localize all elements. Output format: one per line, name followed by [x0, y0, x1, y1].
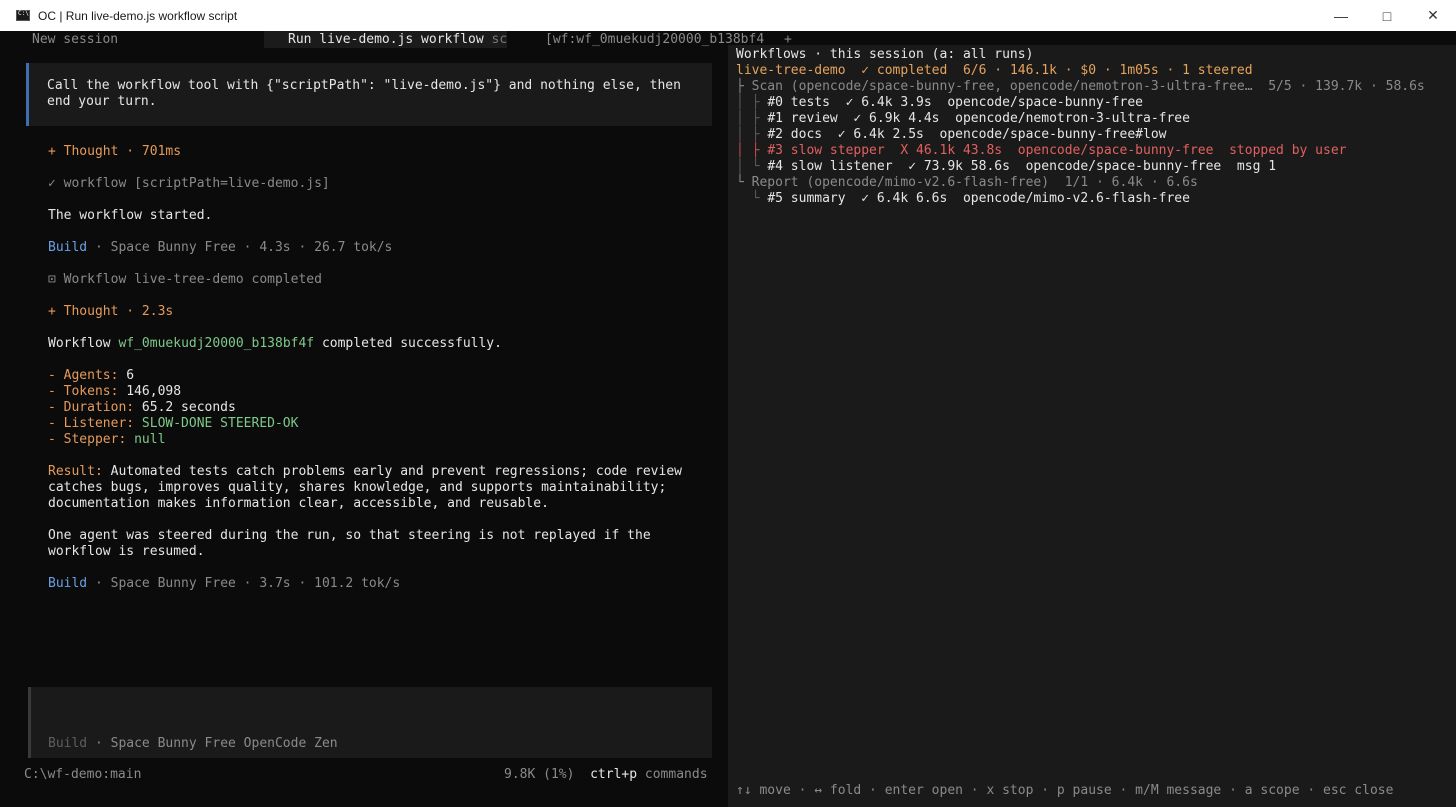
stat-tokens: - Tokens: 146,098: [48, 384, 181, 400]
terminal[interactable]: New session Run live-demo.js workflow sc…: [8, 31, 1456, 807]
agent-text: #4 slow listener ✓ 73.9k 58.6s opencode/…: [767, 159, 1277, 174]
report-phase-row[interactable]: └ Report (opencode/mimo-v2.6-flash-free)…: [736, 175, 1198, 191]
minimize-button[interactable]: —: [1318, 0, 1364, 31]
workflow-completed-notice[interactable]: ⊡ Workflow live-tree-demo completed: [48, 272, 322, 288]
thought-1[interactable]: + Thought · 701ms: [48, 144, 181, 160]
input-meta: · Space Bunny Free OpenCode Zen: [87, 736, 338, 751]
thought-2[interactable]: + Thought · 2.3s: [48, 304, 173, 320]
window-titlebar: OC | Run live-demo.js workflow script — …: [0, 0, 1456, 31]
workflow-run-name: live-tree-demo: [736, 63, 846, 78]
stat-value: SLOW-DONE STEERED-OK: [134, 416, 299, 431]
tab-run-live-demo[interactable]: Run live-demo.js workflow sc: [264, 31, 508, 48]
build-footer-1: Build · Space Bunny Free · 4.3s · 26.7 t…: [48, 240, 392, 256]
status-right: 9.8K (1%) ctrl+p commands: [504, 767, 708, 783]
agent-row-2[interactable]: │ ├ #2 docs ✓ 6.4k 2.5s opencode/space-b…: [736, 127, 1166, 143]
tab-new-session[interactable]: New session: [32, 31, 118, 48]
keyboard-help: ↑↓ move · ↔ fold · enter open · x stop ·…: [736, 783, 1394, 798]
build-label-1: Build: [48, 240, 88, 255]
stat-value: 146,098: [118, 384, 182, 399]
commands-label: commands: [637, 767, 708, 782]
agent-row-1[interactable]: │ ├ #1 review ✓ 6.9k 4.4s opencode/nemot…: [736, 111, 1190, 127]
tree-prefix: │ ├: [736, 143, 768, 158]
result-label: Result:: [48, 464, 103, 479]
stat-duration: - Duration: 65.2 seconds: [48, 400, 236, 416]
agent-row-3[interactable]: │ ├ #3 slow stepper X 46.1k 43.8s openco…: [736, 143, 1347, 159]
result-line-3: documentation makes information clear, a…: [48, 496, 549, 511]
cwd-status: C:\wf-demo:main: [24, 767, 142, 782]
close-button[interactable]: ✕: [1410, 0, 1456, 31]
stat-agents: - Agents: 6: [48, 368, 134, 384]
note-line-2: workflow is resumed.: [48, 544, 205, 559]
summary-post: completed successfully.: [314, 336, 502, 351]
tree-prefix: │ └: [736, 159, 768, 174]
stat-label: - Duration:: [48, 400, 135, 415]
input-footer: Build · Space Bunny Free OpenCode Zen: [48, 736, 338, 752]
workflow-run-row[interactable]: live-tree-demo ✓ completed 6/6 · 146.1k …: [736, 63, 1253, 79]
terminal-icon: [16, 10, 30, 21]
result-text-1: Automated tests catch problems early and…: [102, 464, 682, 479]
commands-shortcut[interactable]: ctrl+p: [590, 767, 637, 782]
workflows-header: Workflows · this session (a: all runs): [736, 47, 1034, 62]
agent-text: #3 slow stepper X 46.1k 43.8s opencode/s…: [767, 143, 1347, 158]
agent-row-5[interactable]: └ #5 summary ✓ 6.4k 6.6s opencode/mimo-v…: [736, 191, 1190, 207]
tree-prefix: │ ├: [736, 95, 768, 110]
window-controls: — □ ✕: [1318, 0, 1456, 31]
session-tabs: New session Run live-demo.js workflow sc…: [8, 31, 798, 48]
summary-pre: Workflow: [48, 336, 119, 351]
tree-prefix: │ ├: [736, 127, 768, 142]
tab-run-live-demo-label: Run live-demo.js workflow: [288, 32, 492, 47]
agent-text: #5 summary ✓ 6.4k 6.6s opencode/mimo-v2.…: [767, 191, 1190, 206]
result-line-1: Result: Automated tests catch problems e…: [48, 464, 682, 480]
build-footer-2: Build · Space Bunny Free · 3.7s · 101.2 …: [48, 576, 400, 592]
build-meta-1: · Space Bunny Free · 4.3s · 26.7 tok/s: [87, 240, 393, 255]
window-title: OC | Run live-demo.js workflow script: [38, 8, 238, 23]
tree-prefix: │ ├: [736, 111, 768, 126]
stat-value: 65.2 seconds: [134, 400, 236, 415]
agent-text: #0 tests ✓ 6.4k 3.9s opencode/space-bunn…: [767, 95, 1143, 110]
result-line-2: catches bugs, improves quality, shares k…: [48, 480, 667, 495]
stat-listener: - Listener: SLOW-DONE STEERED-OK: [48, 416, 298, 432]
workflow-run-meta: ✓ completed 6/6 · 146.1k · $0 · 1m05s · …: [845, 63, 1253, 78]
workflow-started-text: The workflow started.: [48, 208, 213, 223]
user-prompt: Call the workflow tool with {"scriptPath…: [26, 63, 712, 126]
workflow-summary: Workflow wf_0muekudj20000_b138bf4f compl…: [48, 336, 502, 352]
note-line-1: One agent was steered during the run, so…: [48, 528, 651, 543]
agent-row-0[interactable]: │ ├ #0 tests ✓ 6.4k 3.9s opencode/space-…: [736, 95, 1143, 111]
agent-text: #2 docs ✓ 6.4k 2.5s opencode/space-bunny…: [767, 127, 1167, 142]
tab-run-live-demo-fade: sc: [491, 32, 508, 47]
stat-stepper: - Stepper: null: [48, 432, 165, 448]
stat-label: - Tokens:: [48, 384, 119, 399]
input-build-label: Build: [48, 736, 88, 751]
agent-text: #1 review ✓ 6.9k 4.4s opencode/nemotron-…: [767, 111, 1190, 126]
stat-value: 6: [118, 368, 135, 383]
build-label-2: Build: [48, 576, 88, 591]
token-usage: 9.8K (1%): [504, 767, 575, 782]
maximize-button[interactable]: □: [1364, 0, 1410, 31]
tool-call[interactable]: ✓ workflow [scriptPath=live-demo.js]: [48, 176, 330, 192]
build-meta-2: · Space Bunny Free · 3.7s · 101.2 tok/s: [87, 576, 401, 591]
workflows-panel: Workflows · this session (a: all runs) l…: [728, 45, 1456, 807]
stat-label: - Listener:: [48, 416, 135, 431]
tree-prefix: └: [736, 191, 768, 206]
stat-label: - Agents:: [48, 368, 119, 383]
scan-phase-row[interactable]: ├ Scan (opencode/space-bunny-free, openc…: [736, 79, 1425, 95]
agent-row-4[interactable]: │ └ #4 slow listener ✓ 73.9k 58.6s openc…: [736, 159, 1276, 175]
stat-value: null: [126, 432, 166, 447]
workflow-id: wf_0muekudj20000_b138bf4f: [118, 336, 315, 351]
stat-label: - Stepper:: [48, 432, 127, 447]
